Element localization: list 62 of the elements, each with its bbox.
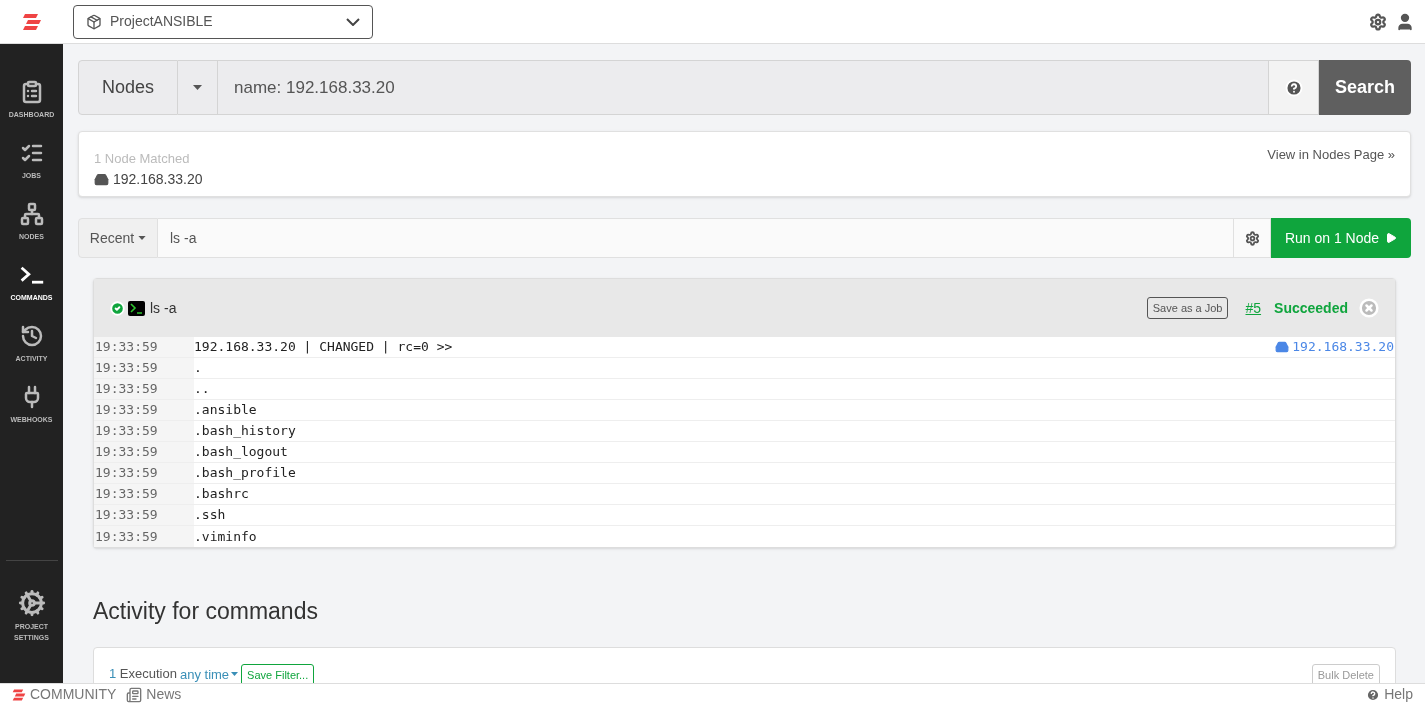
output-line: .ssh [194, 506, 227, 525]
timestamp: 19:33:59 [94, 484, 194, 504]
settings-icon[interactable] [1369, 12, 1387, 31]
settings-button[interactable] [1233, 218, 1271, 258]
save-as-job-button[interactable]: Save as a Job [1146, 296, 1229, 320]
nodes-page-link[interactable]: View in Nodes Page » [1267, 145, 1395, 196]
node-name: 192.168.33.20 [113, 169, 203, 189]
terminal-icon [128, 300, 145, 316]
status-text: Succeeded [1274, 298, 1348, 318]
node-filter-field[interactable]: name: 192.168.33.20 [218, 60, 1268, 115]
server-icon [1275, 340, 1290, 354]
command-title: ls -a [150, 298, 177, 318]
logo-icon [12, 687, 26, 702]
help-link[interactable]: Help [1366, 684, 1413, 705]
output-line: .ansible [194, 401, 258, 420]
caret-icon [138, 236, 147, 240]
timestamp: 19:33:59 [94, 421, 194, 441]
server-icon [94, 171, 109, 187]
timestamp: 19:33:59 [94, 442, 194, 462]
time-filter[interactable]: any time [179, 664, 239, 683]
user-icon[interactable] [1395, 11, 1415, 32]
help-icon [1284, 78, 1303, 97]
hierarchy-icon [19, 202, 44, 226]
success-icon [110, 300, 125, 316]
node-link[interactable]: 192.168.33.20 [1275, 337, 1395, 357]
output-line: .bashrc [194, 485, 250, 504]
filter-type-button[interactable]: Nodes [78, 60, 178, 115]
community-link[interactable]: COMMUNITY [12, 684, 117, 705]
box-icon [86, 13, 102, 30]
caret-icon [231, 672, 239, 677]
timestamp: 19:33:59 [94, 463, 194, 483]
timestamp: 19:33:59 [94, 505, 194, 525]
timestamp: 19:33:59 [94, 526, 194, 547]
output-line: .bash_logout [194, 443, 289, 462]
command-field[interactable]: ls -a [158, 218, 1233, 258]
timestamp: 19:33:59 [94, 337, 194, 357]
help-icon [1366, 687, 1381, 702]
output-line: .bash_profile [194, 464, 297, 483]
section-title: Activity for commands [93, 597, 319, 626]
logo-icon [21, 11, 42, 32]
timestamp: 19:33:59 [94, 358, 194, 378]
settings-icon [1244, 230, 1260, 246]
timestamp: 19:33:59 [94, 400, 194, 420]
output-line: .. [194, 380, 211, 399]
chevron-icon [346, 17, 360, 26]
search-button[interactable]: Search [1319, 60, 1411, 115]
help-button[interactable] [1268, 60, 1319, 115]
play-icon [1385, 232, 1398, 244]
project-selector[interactable]: ProjectANSIBLE [73, 4, 373, 39]
recent-button[interactable]: Recent [78, 218, 158, 258]
history-icon [19, 324, 44, 348]
execution-count: 1 Execution [109, 664, 177, 683]
newspaper-icon [126, 686, 143, 703]
output-line: . [194, 359, 203, 378]
caret-icon [193, 85, 202, 90]
news-link[interactable]: News [126, 684, 182, 705]
output-line: .bash_history [194, 422, 297, 441]
timestamp: 19:33:59 [94, 379, 194, 399]
output-line: 192.168.33.20 | CHANGED | rc=0 >> [194, 338, 454, 357]
gears-icon [17, 589, 46, 617]
match-count: 1 Node Matched [94, 150, 191, 168]
output-line: .viminfo [194, 527, 258, 546]
